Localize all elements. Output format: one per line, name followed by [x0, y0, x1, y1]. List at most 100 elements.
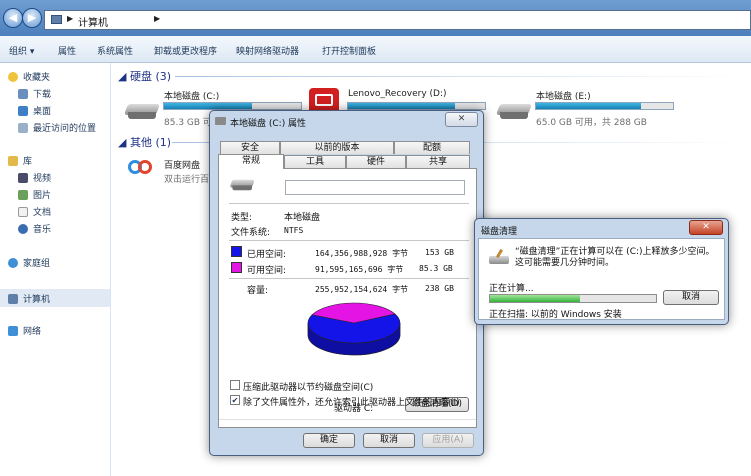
properties-button[interactable]: 属性 — [58, 44, 76, 57]
drive-d-usage-bar — [347, 102, 486, 110]
nav-computer[interactable]: 计算机 — [8, 291, 50, 306]
nav-recent[interactable]: 最近访问的位置 — [18, 120, 96, 135]
free-space-label: 可用空间: — [247, 266, 287, 276]
hdd-section-header[interactable]: ◢ 硬盘 (3) — [118, 68, 171, 84]
dialog-title: 本地磁盘 (C:) 属性 — [230, 119, 307, 129]
music-icon — [18, 223, 28, 234]
cleanup-progress-bar — [489, 294, 657, 303]
back-arrow-icon[interactable]: ◀ — [3, 8, 23, 28]
drive-label-input[interactable] — [285, 180, 465, 195]
nav-label: 音乐 — [33, 225, 52, 235]
filesystem-label: 文件系统: — [231, 228, 271, 238]
cleanup-panel: “磁盘清理”正在计算可以在 (C:)上释放多少空间。这可能需要几分钟时间。 正在… — [478, 238, 725, 320]
nav-label: 库 — [23, 157, 33, 167]
index-checkbox[interactable]: ✔ — [230, 395, 240, 405]
nav-favorites[interactable]: 收藏夹 — [8, 69, 50, 84]
downloads-folder-icon — [18, 88, 28, 99]
nav-documents[interactable]: 文档 — [18, 204, 51, 219]
compress-label: 压缩此驱动器以节约磁盘空间(C) — [243, 383, 374, 393]
nav-label: 视频 — [33, 174, 52, 184]
map-network-drive-button[interactable]: 映射网络驱动器 — [236, 44, 299, 57]
other-section-header[interactable]: ◢ 其他 (1) — [118, 134, 171, 150]
nav-music[interactable]: 音乐 — [18, 221, 51, 236]
nav-network[interactable]: 网络 — [8, 323, 41, 338]
command-bar: 组织 ▾ 属性 系统属性 卸载或更改程序 映射网络驱动器 打开控制面板 — [0, 36, 751, 63]
desktop-icon — [18, 105, 28, 116]
close-button[interactable]: ✕ — [689, 220, 723, 235]
drive-icon — [215, 117, 226, 125]
nav-desktop[interactable]: 桌面 — [18, 103, 51, 118]
calculating-label: 正在计算... — [489, 284, 534, 294]
check-mark-icon: ✔ — [231, 396, 239, 405]
tab-sharing[interactable]: 共享 — [406, 155, 470, 168]
progress-fill — [490, 295, 580, 302]
free-space-swatch — [231, 262, 242, 273]
drive-e-usage-fill — [536, 103, 642, 109]
capacity-bytes: 255,952,154,624 字节 — [315, 285, 409, 294]
tab-hardware[interactable]: 硬件 — [346, 155, 406, 168]
cleanup-cancel-button[interactable]: 取消 — [663, 290, 719, 305]
tab-previous-versions[interactable]: 以前的版本 — [280, 141, 394, 154]
tab-quota[interactable]: 配额 — [394, 141, 470, 154]
used-space-bytes: 164,356,988,928 字节 — [315, 249, 409, 258]
drive-e-name[interactable]: 本地磁盘 (E:) — [536, 89, 591, 102]
dialog-title: 磁盘清理 — [481, 227, 518, 237]
disk-cleanup-icon — [489, 248, 509, 265]
cancel-button[interactable]: 取消 — [363, 433, 415, 448]
nav-label: 网络 — [23, 327, 42, 337]
library-icon — [8, 155, 18, 166]
nav-label: 最近访问的位置 — [33, 124, 97, 134]
used-space-size: 153 GB — [425, 248, 454, 257]
nav-pictures[interactable]: 图片 — [18, 187, 51, 202]
organize-menu[interactable]: 组织 ▾ — [9, 44, 34, 57]
index-label: 除了文件属性外，还允许索引此驱动器上文件的内容(I) — [243, 398, 460, 408]
tab-general[interactable]: 常规 — [218, 154, 284, 169]
star-icon — [8, 71, 18, 82]
chevron-right-icon[interactable]: ▶ — [67, 14, 73, 23]
other-section-title: 其他 (1) — [129, 136, 172, 149]
forward-arrow-icon[interactable]: ▶ — [22, 8, 42, 28]
video-icon — [18, 172, 28, 183]
separator — [229, 203, 469, 204]
nav-downloads[interactable]: 下载 — [18, 86, 51, 101]
drive-c-name[interactable]: 本地磁盘 (C:) — [164, 89, 219, 102]
apply-button[interactable]: 应用(A) — [422, 433, 474, 448]
chevron-right-icon[interactable]: ▶ — [154, 14, 160, 23]
nav-homegroup[interactable]: 家庭组 — [8, 255, 50, 270]
tab-security[interactable]: 安全 — [220, 141, 280, 154]
breadcrumb-computer[interactable]: 计算机 — [78, 14, 108, 29]
system-properties-button[interactable]: 系统属性 — [97, 44, 133, 57]
baidu-netdisk-icon — [128, 158, 154, 176]
drive-d-usage-fill — [348, 103, 455, 109]
open-control-panel-button[interactable]: 打开控制面板 — [322, 44, 376, 57]
address-bar[interactable]: ▶ 计算机 ▶ — [44, 10, 751, 30]
close-button[interactable]: ✕ — [445, 112, 478, 127]
baidu-netdisk-desc: 双击运行百 — [164, 175, 210, 185]
collapse-triangle-icon[interactable]: ◢ — [118, 70, 130, 83]
nav-label: 家庭组 — [23, 259, 51, 269]
separator — [219, 419, 476, 420]
collapse-triangle-icon[interactable]: ◢ — [118, 136, 130, 149]
compress-checkbox[interactable] — [230, 380, 240, 390]
nav-libraries[interactable]: 库 — [8, 153, 32, 168]
nav-label: 下载 — [33, 90, 52, 100]
nav-label: 桌面 — [33, 107, 52, 117]
separator — [229, 240, 469, 241]
picture-icon — [18, 189, 28, 200]
baidu-netdisk-name[interactable]: 百度网盘 — [164, 158, 200, 171]
title-bar: ◀ ▶ ▶ 计算机 ▶ — [0, 0, 751, 36]
drive-e-free: 65.0 GB 可用，共 288 GB — [536, 118, 647, 128]
scanning-status: 正在扫描: 以前的 Windows 安装 — [489, 310, 622, 320]
nav-label: 图片 — [33, 191, 52, 201]
nav-label: 计算机 — [23, 295, 51, 305]
nav-videos[interactable]: 视频 — [18, 170, 51, 185]
drive-d-name[interactable]: Lenovo_Recovery (D:) — [348, 89, 447, 99]
free-space-size: 85.3 GB — [419, 264, 453, 273]
type-label: 类型: — [231, 213, 253, 223]
ok-button[interactable]: 确定 — [303, 433, 355, 448]
uninstall-program-button[interactable]: 卸载或更改程序 — [154, 44, 217, 57]
section-divider — [175, 76, 745, 77]
hard-disk-icon — [495, 100, 533, 122]
tab-tools[interactable]: 工具 — [284, 155, 346, 168]
type-value: 本地磁盘 — [284, 213, 321, 223]
